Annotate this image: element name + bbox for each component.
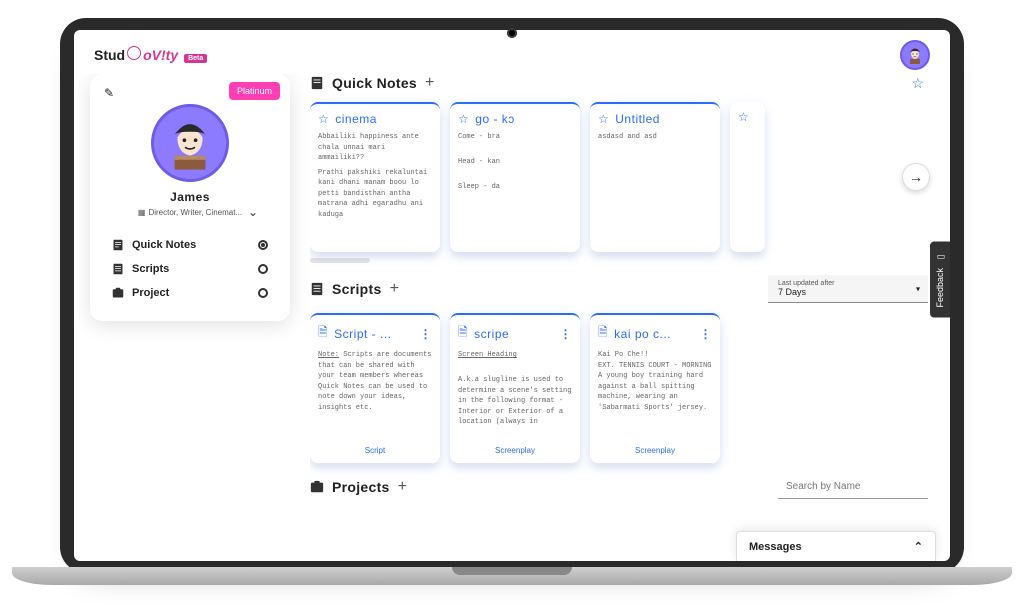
project-icon (112, 287, 124, 299)
logo-text-2: oV!ty (143, 47, 178, 63)
doc-icon: 🗎 (458, 323, 468, 344)
card-title: Untitled (615, 112, 660, 126)
sidebar-nav: Quick Notes Scripts (104, 233, 276, 305)
section-project-icon (310, 480, 324, 494)
nav-label: Project (132, 287, 169, 299)
star-icon[interactable]: ☆ (318, 112, 329, 126)
star-icon[interactable]: ☆ (458, 112, 469, 126)
profile-avatar[interactable] (151, 104, 229, 182)
chevron-up-icon: ⌃ (914, 540, 923, 553)
radio-icon (258, 288, 268, 298)
favorites-star-icon[interactable]: ☆ (911, 75, 924, 92)
caret-down-icon: ▾ (916, 284, 920, 293)
section-title-text: Quick Notes (332, 75, 417, 91)
doc-icon: 🗎 (598, 323, 608, 344)
messages-dock[interactable]: Messages ⌃ (736, 531, 936, 561)
avatar-large-icon (162, 115, 218, 171)
nav-label: Scripts (132, 263, 169, 275)
filter-value: 7 Days (778, 287, 806, 297)
script-icon (112, 263, 124, 275)
star-icon[interactable]: ☆ (598, 112, 609, 126)
comment-icon: ▭ (935, 252, 945, 262)
add-note-button[interactable]: + (425, 74, 435, 92)
sidebar: ✎ Platinum James (90, 74, 290, 555)
section-quick-notes: Quick Notes + ☆ ☆ cinema Abbailiki happin… (310, 74, 928, 263)
feedback-tab[interactable]: Feedback ▭ (930, 242, 950, 318)
card-title: Script - ... (334, 327, 391, 341)
card-menu-icon[interactable]: ⋮ (560, 327, 573, 341)
card-title: scripe (474, 327, 509, 341)
card-body: Screen Heading A.k.a slugline is used to… (458, 350, 572, 444)
section-script-icon (310, 282, 324, 296)
user-name-label: James (104, 190, 276, 204)
script-card[interactable]: 🗎 scripe ⋮ Screen Heading A.k.a slugline … (450, 313, 580, 463)
card-body: Note: Scripts are documents that can be … (318, 350, 432, 444)
avatar-icon (905, 45, 925, 65)
plan-badge: Platinum (229, 82, 280, 100)
filter-label: Last updated after (778, 280, 902, 287)
section-projects: Projects + Search by Name (310, 475, 928, 499)
add-script-button[interactable]: + (390, 280, 400, 298)
note-icon (112, 239, 124, 251)
star-icon[interactable]: ☆ (738, 110, 749, 124)
main-content: Quick Notes + ☆ ☆ cinema Abbailiki happin… (310, 74, 934, 555)
scripts-row: 🗎 Script - ... ⋮ Note: Scripts are docume… (310, 313, 928, 463)
add-project-button[interactable]: + (398, 478, 408, 496)
card-body: Kai Po Che!! EXT. TENNIS COURT - MORNING… (598, 350, 712, 444)
logo-text-1: Stud (94, 47, 125, 63)
beta-badge: Beta (184, 54, 207, 63)
camera-icon: ▦ (138, 208, 146, 217)
quick-notes-row: ☆ cinema Abbailiki happiness ante chala u… (310, 102, 928, 252)
card-type-label: Screenplay (598, 444, 712, 455)
card-title: go - kɔ (475, 112, 515, 126)
card-title: kai po c... (614, 327, 671, 341)
card-type-label: Screenplay (458, 444, 572, 455)
section-scripts: Scripts + Last updated after 7 Days ▾ � (310, 275, 928, 463)
card-body: Come - bra Head - kan Sleep - da (458, 132, 572, 244)
edit-profile-icon[interactable]: ✎ (104, 86, 114, 100)
next-arrow-button[interactable]: → (902, 163, 930, 191)
messages-label: Messages (749, 541, 802, 553)
feedback-label: Feedback (935, 268, 945, 308)
doc-icon: 🗎 (318, 323, 328, 344)
logo[interactable]: Stud oV!ty Beta (94, 47, 207, 63)
radio-icon (258, 264, 268, 274)
nav-quick-notes[interactable]: Quick Notes (108, 233, 272, 257)
script-card[interactable]: 🗎 Script - ... ⋮ Note: Scripts are docume… (310, 313, 440, 463)
roles-text: Director, Writer, Cinemat... (148, 208, 242, 217)
app-screen: Stud oV!ty Beta ✎ (74, 30, 950, 561)
scroll-indicator[interactable] (310, 258, 370, 263)
search-placeholder: Search by Name (786, 481, 860, 492)
header-avatar[interactable] (900, 40, 930, 70)
nav-label: Quick Notes (132, 239, 196, 251)
profile-card: ✎ Platinum James (90, 74, 290, 321)
card-title: cinema (335, 112, 377, 126)
filter-select[interactable]: Last updated after 7 Days ▾ (768, 275, 928, 303)
nav-project[interactable]: Project (108, 281, 272, 305)
note-card[interactable]: ☆ cinema Abbailiki happiness ante chala u… (310, 102, 440, 252)
script-card[interactable]: 🗎 kai po c... ⋮ Kai Po Che!! EXT. TENNIS … (590, 313, 720, 463)
nav-scripts[interactable]: Scripts (108, 257, 272, 281)
section-title-text: Scripts (332, 281, 382, 297)
section-note-icon (310, 76, 324, 90)
note-card[interactable]: ☆ Untitled asdasd and asd (590, 102, 720, 252)
card-type-label: Script (318, 444, 432, 455)
note-card-peek[interactable]: ☆ (730, 102, 765, 252)
app-header: Stud oV!ty Beta (74, 30, 950, 74)
card-menu-icon[interactable]: ⋮ (700, 327, 713, 341)
radio-icon (258, 240, 268, 250)
note-card[interactable]: ☆ go - kɔ Come - bra Head - kan Sleep - d… (450, 102, 580, 252)
logo-mark-icon (127, 46, 141, 60)
card-body: asdasd and asd (598, 132, 712, 244)
card-menu-icon[interactable]: ⋮ (420, 327, 433, 341)
laptop-frame: Stud oV!ty Beta ✎ (60, 18, 964, 573)
section-title-text: Projects (332, 479, 390, 495)
card-body: Abbailiki happiness ante chala unnai mar… (318, 132, 432, 244)
laptop-base (12, 567, 1012, 585)
expand-profile-icon[interactable]: ⌄ (248, 205, 258, 219)
project-search-input[interactable]: Search by Name (778, 475, 928, 499)
